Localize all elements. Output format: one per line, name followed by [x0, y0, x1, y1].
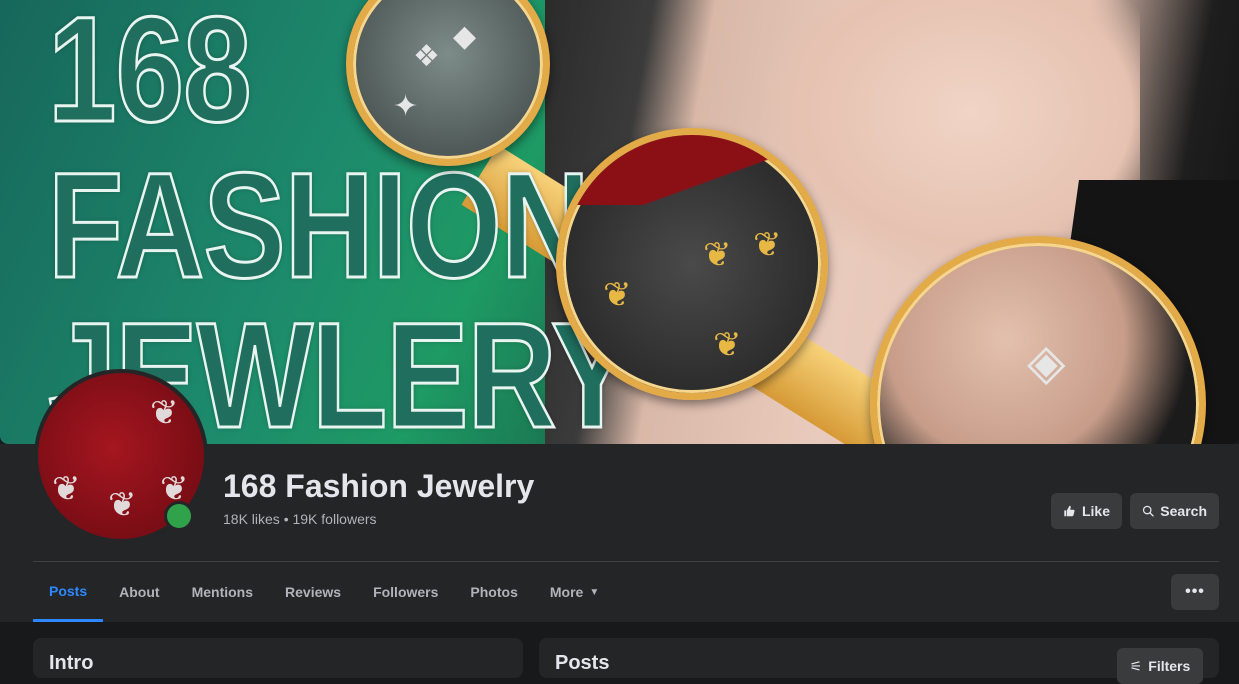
filters-button-label: Filters [1148, 658, 1191, 674]
cover-photo[interactable]: 168 FASHION JEWLERY ❖ ◆ ✦ ❦ ❦ ❦ ❦ ◈ [0, 0, 1239, 444]
tab-mentions[interactable]: Mentions [176, 562, 269, 622]
caret-down-icon: ▼ [589, 586, 600, 598]
page-stats[interactable]: 18K likes • 19K followers [223, 511, 377, 527]
tab-posts[interactable]: Posts [33, 562, 104, 622]
tab-photos[interactable]: Photos [454, 562, 533, 622]
posts-card: Posts ⚟ Filters [539, 638, 1219, 684]
filter-sliders-icon: ⚟ [1129, 657, 1143, 674]
cover-red-backdrop [563, 135, 821, 205]
search-button[interactable]: Search [1130, 493, 1219, 529]
butterfly-icon: ❦ [52, 470, 81, 508]
pendant-icon: ✦ [393, 90, 419, 123]
tab-label: Posts [49, 582, 88, 599]
earring-icon: ◆ [453, 20, 477, 53]
tab-more[interactable]: More ▼ [534, 562, 615, 622]
search-button-label: Search [1160, 503, 1207, 519]
intro-card: Intro [33, 638, 523, 678]
cover-title-line-1: 168 [47, 0, 253, 153]
drop-earring-icon: ◈ [1027, 334, 1066, 390]
tab-label: Reviews [285, 584, 342, 600]
tab-followers[interactable]: Followers [357, 562, 454, 622]
butterfly-icon: ❦ [703, 236, 732, 274]
tab-label: Followers [373, 584, 439, 600]
butterfly-icon: ❦ [603, 276, 632, 314]
butterfly-icon: ❦ [713, 326, 742, 364]
cover-title-line-2: FASHION [47, 141, 591, 309]
page-tabs: Posts About Mentions Reviews Followers P… [33, 562, 615, 622]
thumbs-up-icon [1064, 505, 1075, 517]
more-options-button[interactable]: ••• [1171, 574, 1219, 610]
tab-reviews[interactable]: Reviews [269, 562, 357, 622]
tab-label: About [119, 584, 160, 600]
butterfly-icon: ❦ [108, 486, 137, 524]
tab-about[interactable]: About [103, 562, 175, 622]
tab-label: Mentions [191, 584, 254, 600]
necklace-icon: ❖ [413, 40, 440, 73]
search-icon [1142, 505, 1154, 517]
tab-label: Photos [470, 584, 518, 600]
butterfly-icon: ❦ [150, 394, 179, 432]
like-button-label: Like [1081, 503, 1110, 519]
cover-butterfly-set-circle: ❦ ❦ ❦ ❦ [556, 128, 828, 400]
online-status-badge [164, 501, 194, 531]
page-title: 168 Fashion Jewelry [223, 468, 535, 504]
filters-button[interactable]: ⚟ Filters [1117, 648, 1203, 684]
like-button[interactable]: Like [1051, 493, 1122, 529]
butterfly-icon: ❦ [753, 226, 782, 264]
tab-label: More [549, 584, 584, 600]
